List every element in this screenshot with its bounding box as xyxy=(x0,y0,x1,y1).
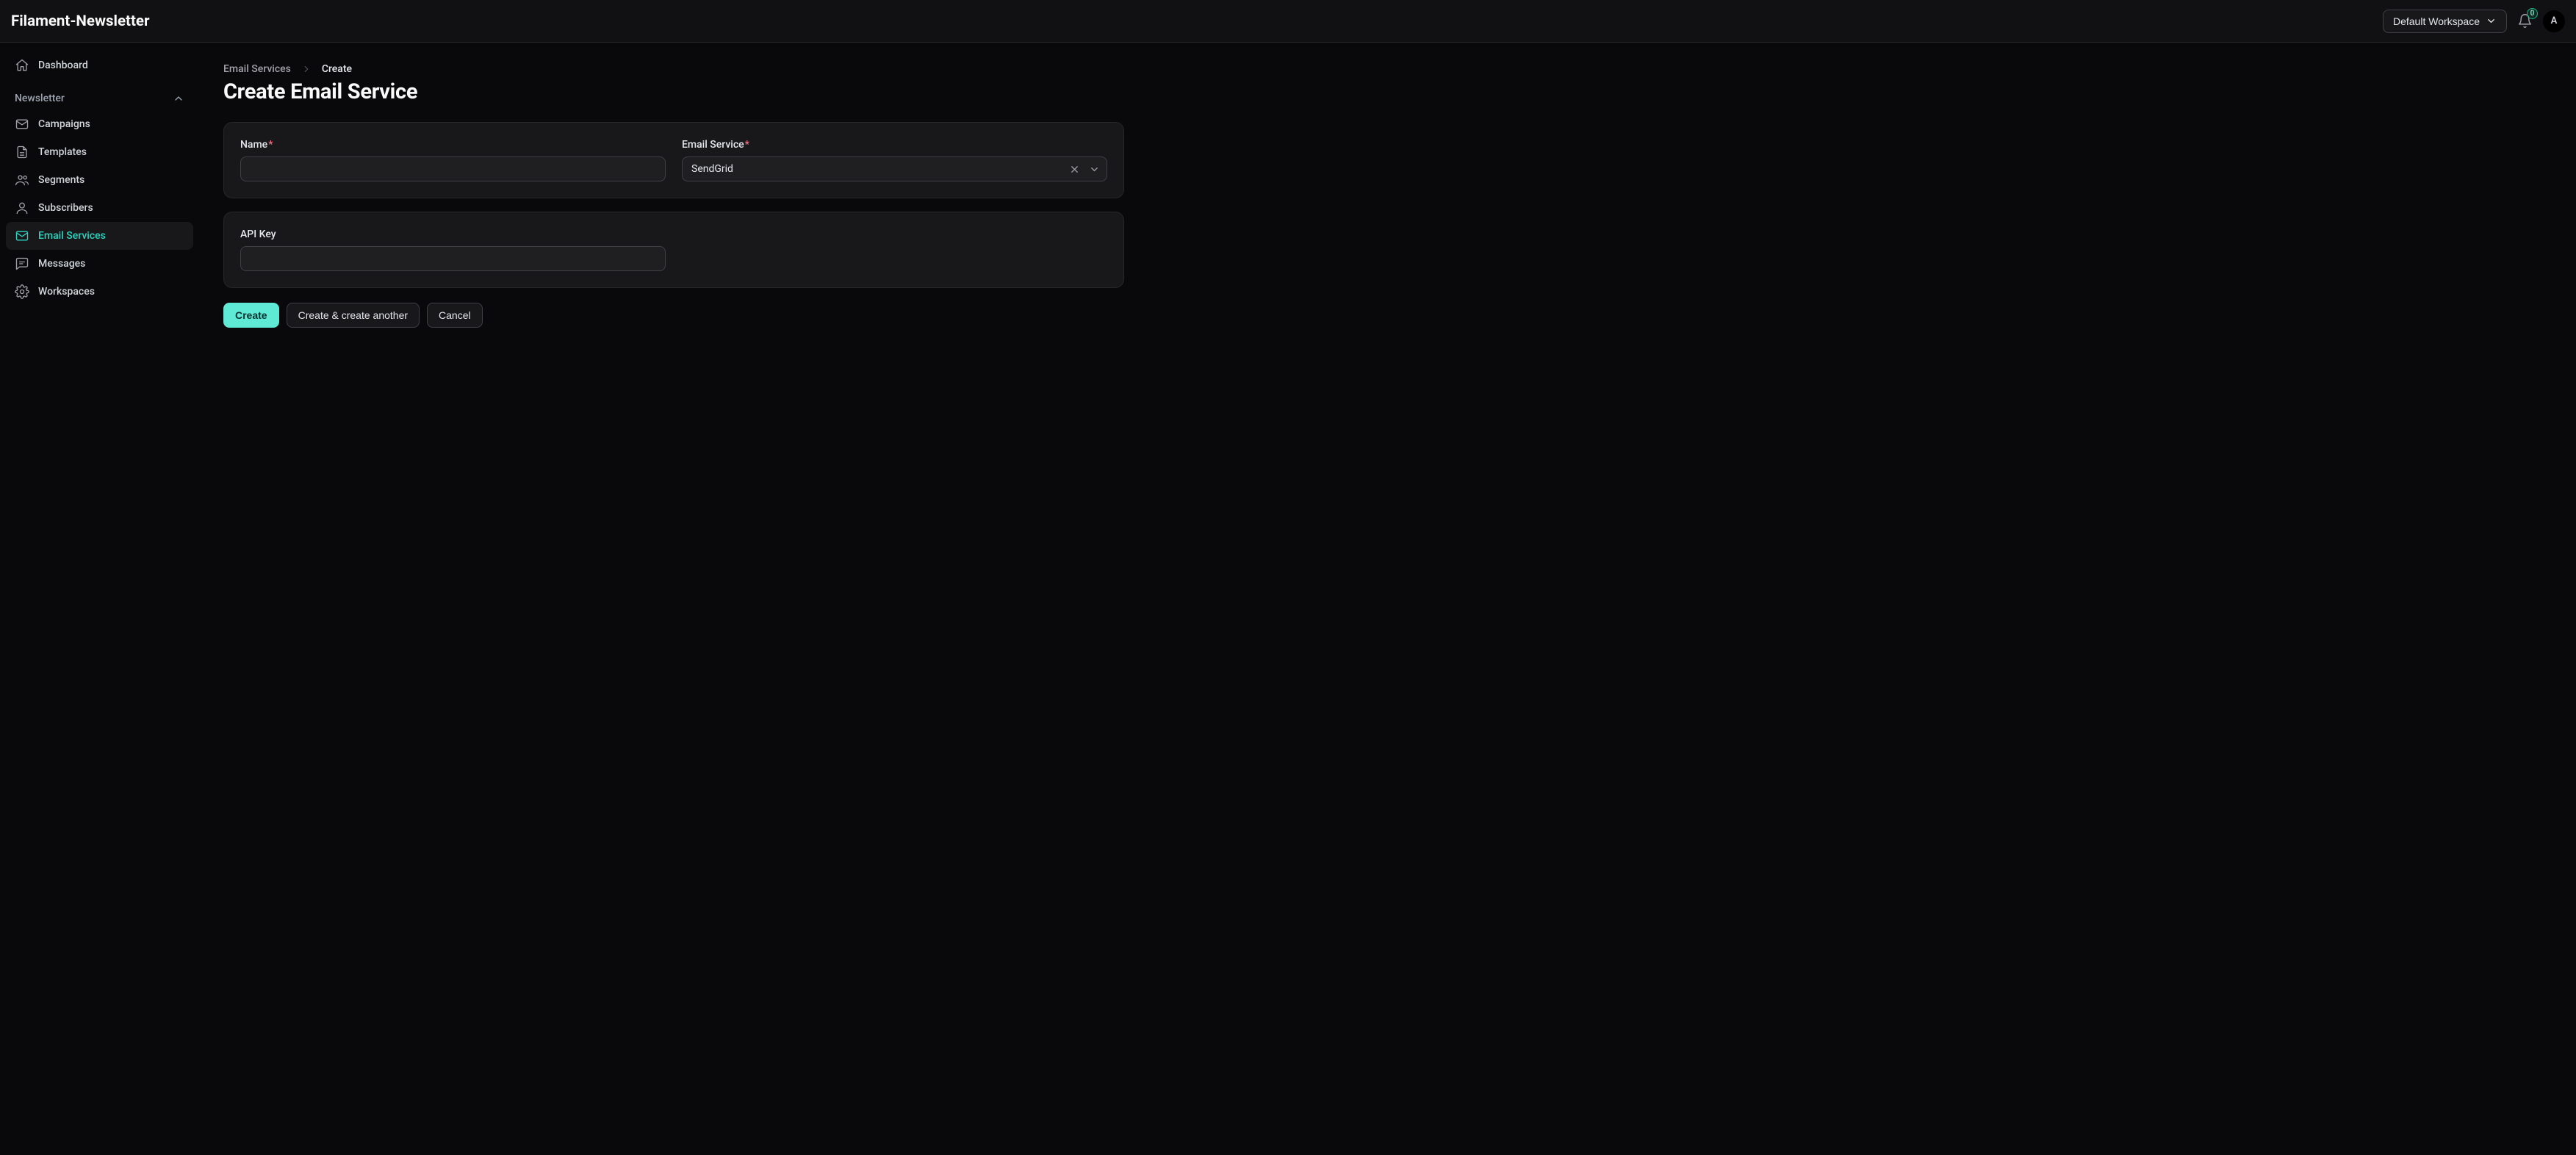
breadcrumb: Email Services Create xyxy=(223,63,1124,75)
sidebar-item-email-services[interactable]: Email Services xyxy=(6,222,193,250)
sidebar-group-label: Newsletter xyxy=(15,93,65,104)
cancel-button[interactable]: Cancel xyxy=(427,303,483,328)
sidebar-item-label: Templates xyxy=(38,146,87,158)
chevron-down-icon xyxy=(2486,15,2497,26)
api-key-label: API Key xyxy=(240,229,666,240)
form-actions: Create Create & create another Cancel xyxy=(223,303,1124,328)
sidebar-group-newsletter[interactable]: Newsletter xyxy=(6,79,193,110)
service-label-text: Email Service xyxy=(682,139,744,151)
topbar: Filament-Newsletter Default Workspace 0 … xyxy=(0,0,2576,43)
user-icon xyxy=(15,201,29,215)
select-dropdown-toggle[interactable] xyxy=(1086,161,1103,178)
home-icon xyxy=(15,58,29,73)
document-icon xyxy=(15,145,29,159)
api-key-input[interactable] xyxy=(240,246,666,271)
avatar-initial: A xyxy=(2551,15,2558,26)
sidebar-item-label: Segments xyxy=(38,174,84,186)
notifications-button[interactable]: 0 xyxy=(2514,10,2536,32)
sidebar-item-workspaces[interactable]: Workspaces xyxy=(6,278,193,306)
sidebar-item-label: Workspaces xyxy=(38,286,95,298)
form-card-primary: Name* Email Service* SendGrid xyxy=(223,122,1124,198)
service-label: Email Service* xyxy=(682,139,1107,151)
sidebar-item-label: Email Services xyxy=(38,230,106,242)
name-field-wrapper: Name* xyxy=(240,139,666,181)
email-service-select[interactable]: SendGrid xyxy=(682,156,1107,181)
clear-select-button[interactable] xyxy=(1066,161,1083,178)
sidebar-item-subscribers[interactable]: Subscribers xyxy=(6,194,193,222)
required-asterisk: * xyxy=(745,139,749,151)
sidebar-item-dashboard[interactable]: Dashboard xyxy=(6,51,193,79)
api-key-field-wrapper: API Key xyxy=(240,229,666,271)
sidebar-item-templates[interactable]: Templates xyxy=(6,138,193,166)
users-icon xyxy=(15,173,29,187)
sidebar-item-segments[interactable]: Segments xyxy=(6,166,193,194)
main-content: Email Services Create Create Email Servi… xyxy=(200,43,1148,1155)
sidebar-item-label: Campaigns xyxy=(38,118,90,130)
name-input[interactable] xyxy=(240,156,666,181)
chevron-up-icon xyxy=(173,93,184,104)
create-another-button[interactable]: Create & create another xyxy=(287,303,420,328)
sidebar: Dashboard Newsletter Campaigns Templates xyxy=(0,43,200,1155)
create-button[interactable]: Create xyxy=(223,303,279,328)
topbar-right: Default Workspace 0 A xyxy=(2383,10,2565,33)
workspace-label: Default Workspace xyxy=(2393,15,2480,27)
name-label: Name* xyxy=(240,139,666,151)
form-card-secondary: API Key xyxy=(223,212,1124,288)
chevron-right-icon xyxy=(301,64,312,74)
page-title: Create Email Service xyxy=(223,79,1124,104)
chat-icon xyxy=(15,256,29,271)
breadcrumb-current: Create xyxy=(322,63,352,75)
envelope-icon xyxy=(15,117,29,132)
sidebar-item-label: Messages xyxy=(38,258,85,270)
service-field-wrapper: Email Service* SendGrid xyxy=(682,139,1107,181)
avatar[interactable]: A xyxy=(2543,10,2565,32)
name-label-text: Name xyxy=(240,139,267,151)
envelope-open-icon xyxy=(15,229,29,243)
sidebar-item-campaigns[interactable]: Campaigns xyxy=(6,110,193,138)
required-asterisk: * xyxy=(268,139,273,151)
sidebar-item-label: Subscribers xyxy=(38,202,93,214)
gear-icon xyxy=(15,284,29,299)
notification-badge: 0 xyxy=(2527,8,2538,19)
x-icon xyxy=(1069,164,1080,175)
app-title: Filament-Newsletter xyxy=(11,12,149,30)
email-service-selected-value: SendGrid xyxy=(691,163,733,175)
breadcrumb-root-link[interactable]: Email Services xyxy=(223,63,291,75)
sidebar-item-messages[interactable]: Messages xyxy=(6,250,193,278)
workspace-switcher[interactable]: Default Workspace xyxy=(2383,10,2507,33)
sidebar-item-label: Dashboard xyxy=(38,60,88,71)
chevron-down-icon xyxy=(1089,164,1100,175)
